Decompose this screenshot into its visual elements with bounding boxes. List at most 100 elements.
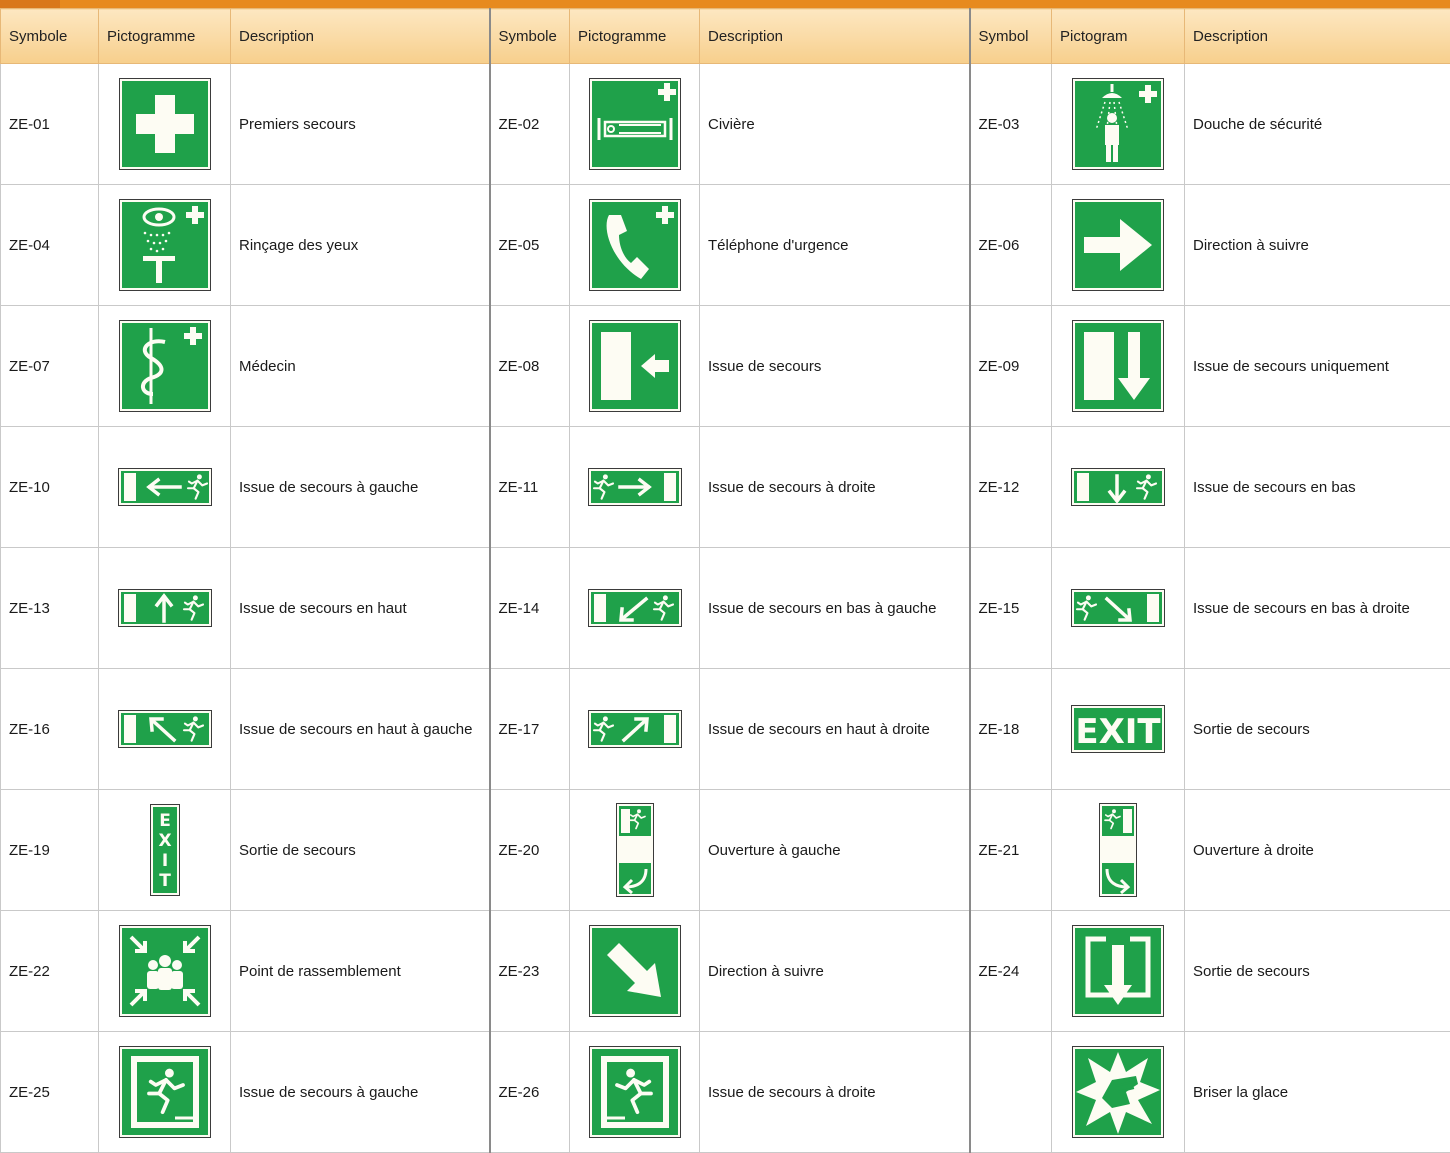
pictogram-cell: EXIT [1052,669,1185,790]
sign-description: Issue de secours à droite [700,1032,970,1153]
svg-text:E: E [159,811,171,831]
stretcher-icon [589,78,681,170]
svg-text:EXIT: EXIT [1075,712,1161,752]
arrow-down-right-icon [589,925,681,1017]
pictogram-cell [570,1032,700,1153]
sign-description: Issue de secours en bas [1185,427,1450,548]
symbol-code: ZE-21 [970,790,1052,911]
pictogram-cell [99,64,231,185]
column-header: Pictogramme [99,9,231,64]
sign-description: Issue de secours à droite [700,427,970,548]
sign-description: Briser la glace [1185,1032,1450,1153]
pictogram-cell [99,306,231,427]
sign-description: Téléphone d'urgence [700,185,970,306]
pictogram-cell [1052,427,1185,548]
sign-description: Issue de secours en haut [231,548,490,669]
exit-door-arrow-left-icon [589,320,681,412]
exit-down-left-icon [588,589,682,627]
assembly-point-icon [119,925,211,1017]
sign-description: Premiers secours [231,64,490,185]
sign-description: Issue de secours en haut à droite [700,669,970,790]
symbol-code: ZE-08 [490,306,570,427]
pictogram-cell [570,185,700,306]
symbol-code: ZE-09 [970,306,1052,427]
table-row: ZE-04Rinçage des yeuxZE-05Téléphone d'ur… [1,185,1450,306]
table-row: ZE-07MédecinZE-08Issue de secoursZE-09Is… [1,306,1450,427]
safety-signs-table: SymbolePictogrammeDescriptionSymbolePict… [0,8,1450,1153]
first-aid-icon [119,78,211,170]
pictogram-cell [570,911,700,1032]
table-row: ZE-19EXITSortie de secoursZE-20Ouverture… [1,790,1450,911]
sign-description: Douche de sécurité [1185,64,1450,185]
doctor-icon [119,320,211,412]
symbol-code: ZE-03 [970,64,1052,185]
table-row: ZE-01Premiers secoursZE-02CivièreZE-03Do… [1,64,1450,185]
table-row: ZE-16 Issue de secours en haut à gauche ZE… [1,669,1450,790]
exit-up-icon [118,589,212,627]
table-row: ZE-22 Point de rassemblementZE-23 Directio… [1,911,1450,1032]
symbol-code: ZE-26 [490,1032,570,1153]
symbol-code: ZE-05 [490,185,570,306]
column-header: Description [1185,9,1450,64]
pictogram-cell [1052,185,1185,306]
running-man-right-icon [589,1046,681,1138]
header-row: SymbolePictogrammeDescriptionSymbolePict… [1,9,1450,64]
pictogram-cell [1052,306,1185,427]
symbol-code: ZE-18 [970,669,1052,790]
pictogram-cell [99,911,231,1032]
symbol-code: ZE-16 [1,669,99,790]
column-header: Description [700,9,970,64]
sign-description: Issue de secours [700,306,970,427]
exit-box-arrow-down-icon [1072,925,1164,1017]
sign-description: Ouverture à gauche [700,790,970,911]
sign-description: Direction à suivre [700,911,970,1032]
table-body: ZE-01Premiers secoursZE-02CivièreZE-03Do… [1,64,1450,1153]
door-open-left-icon [616,803,654,897]
symbol-code: ZE-04 [1,185,99,306]
symbol-code: ZE-24 [970,911,1052,1032]
sign-description: Sortie de secours [1185,911,1450,1032]
header-tab [0,0,60,8]
exit-down-right-icon [1071,589,1165,627]
pictogram-cell [99,548,231,669]
symbol-code: ZE-25 [1,1032,99,1153]
emergency-phone-icon [589,199,681,291]
eye-wash-icon [119,199,211,291]
pictogram-cell [99,185,231,306]
sign-description: Direction à suivre [1185,185,1450,306]
exit-up-right-icon [588,710,682,748]
symbol-code: ZE-06 [970,185,1052,306]
sign-description: Issue de secours en bas à gauche [700,548,970,669]
safety-shower-icon [1072,78,1164,170]
sign-description: Civière [700,64,970,185]
sign-description: Issue de secours à gauche [231,1032,490,1153]
column-header: Pictogramme [570,9,700,64]
pictogram-cell [570,427,700,548]
symbol-code: ZE-22 [1,911,99,1032]
symbol-code: ZE-12 [970,427,1052,548]
sign-description: Sortie de secours [231,790,490,911]
sign-description: Point de rassemblement [231,911,490,1032]
symbol-code: ZE-23 [490,911,570,1032]
svg-text:T: T [159,871,171,891]
sign-description: Issue de secours en bas à droite [1185,548,1450,669]
pictogram-cell [1052,911,1185,1032]
exit-down-icon [1071,468,1165,506]
sign-description: Issue de secours en haut à gauche [231,669,490,790]
symbol-code: ZE-02 [490,64,570,185]
exit-up-left-icon [118,710,212,748]
exit-door-arrow-down-icon [1072,320,1164,412]
symbol-code: ZE-14 [490,548,570,669]
exit-left-icon [118,468,212,506]
symbol-code: ZE-15 [970,548,1052,669]
pictogram-cell [570,548,700,669]
running-man-left-icon [119,1046,211,1138]
pictogram-cell [99,1032,231,1153]
sign-description: Médecin [231,306,490,427]
symbol-code [970,1032,1052,1153]
pictogram-cell [1052,790,1185,911]
pictogram-cell [1052,1032,1185,1153]
pictogram-cell [1052,548,1185,669]
table-header: SymbolePictogrammeDescriptionSymbolePict… [1,9,1450,64]
symbol-code: ZE-10 [1,427,99,548]
